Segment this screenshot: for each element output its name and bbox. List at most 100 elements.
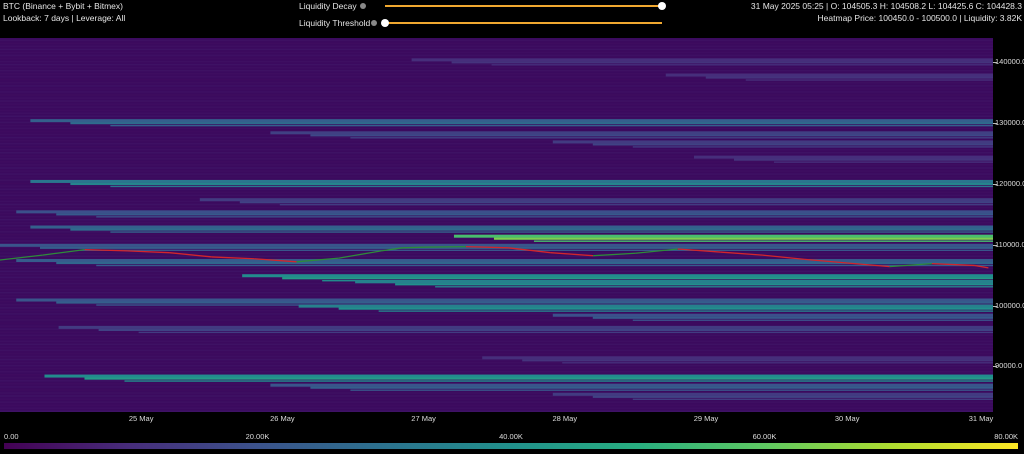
liquidity-band (350, 137, 993, 139)
x-tick-label: 25 May (128, 414, 154, 423)
liquidity-band (0, 243, 993, 247)
liquidity-band (482, 356, 993, 360)
heatmap-cell (0, 349, 993, 352)
liquidity-band (70, 122, 993, 125)
liquidity-band (30, 225, 993, 229)
heatmap-cell (0, 66, 993, 69)
heatmap-cell (0, 270, 993, 273)
heatmap-cell (0, 164, 993, 166)
liquidity-band (552, 140, 993, 144)
liquidity-band (270, 383, 993, 387)
liquidity-band (16, 259, 993, 263)
y-tick-label: 90000.0 (995, 361, 1023, 371)
heatmap-cell (0, 343, 993, 346)
liquidity-band (30, 119, 993, 123)
liquidity-band (270, 131, 993, 135)
x-tick-label: 27 May (411, 414, 436, 423)
heatmap-cell (0, 152, 993, 154)
slider-thumb[interactable] (658, 2, 666, 10)
liquidity-band (491, 64, 993, 66)
liquidity-band (411, 58, 993, 62)
x-tick-label: 29 May (693, 414, 719, 423)
heatmap-cell (0, 176, 993, 178)
heatmap-cell (0, 401, 993, 403)
liquidity-band (453, 234, 993, 238)
heatmap-cell (0, 252, 993, 254)
heatmap-cell (0, 367, 993, 370)
heatmap-cell (0, 94, 993, 96)
colorbar-label: 40.00K (499, 432, 523, 441)
colorbar-label: 80.00K (994, 432, 1018, 441)
price-segment (423, 245, 466, 248)
price-segment (402, 246, 424, 249)
liquidity-band (665, 73, 993, 77)
liquidity-band (592, 143, 993, 146)
liquidity-band (84, 377, 993, 380)
liquidity-band (110, 185, 993, 188)
liquidity-band (451, 61, 993, 64)
info-icon[interactable] (371, 20, 377, 26)
heatmap-plot (0, 39, 993, 412)
liquidity-band (562, 362, 993, 364)
x-tick-label: 26 May (270, 414, 295, 423)
heatmap-cell (0, 404, 993, 406)
liquidity-band (592, 395, 993, 398)
liquidity-threshold-slider[interactable] (381, 19, 662, 27)
liquidity-band (705, 76, 993, 79)
liquidity-band (395, 283, 993, 286)
heatmap-cell (0, 294, 993, 297)
liquidity-band (378, 310, 993, 312)
heatmap-cell (0, 100, 993, 102)
y-tick-label: 110000.0 (995, 239, 1024, 249)
liquidity-band (56, 301, 993, 304)
heatmap-cell (0, 346, 993, 349)
liquidity-band (138, 331, 993, 334)
liquidity-band (279, 203, 993, 206)
y-tick-label: 120000.0 (995, 178, 1024, 188)
heatmap-cell (0, 322, 993, 324)
liquidity-threshold-label: Liquidity Threshold (299, 18, 371, 28)
heatmap-cell (0, 48, 993, 51)
info-icon[interactable] (360, 3, 366, 9)
liquidity-decay-slider[interactable] (385, 2, 666, 10)
price-axis: 140000.0 130000.0 120000.0 110000.0 100000.0… (993, 38, 1024, 412)
liquidity-band (96, 264, 993, 267)
heatmap-cell (0, 288, 993, 291)
liquidity-band (96, 216, 993, 218)
heatmap-cell (0, 106, 993, 108)
heatmap-cell (0, 337, 993, 340)
heatmap-cell (0, 221, 993, 224)
liquidity-band (98, 328, 993, 332)
heatmap-cell (0, 188, 993, 191)
heatmap-cell (0, 352, 993, 355)
heatmap-cell (0, 69, 993, 72)
liquidity-band (493, 237, 993, 240)
heatmap-cell (0, 115, 993, 118)
heatmap-cell (0, 173, 993, 175)
heatmap-cell (0, 218, 993, 221)
liquidity-band (199, 198, 993, 202)
heatmap-cell (0, 410, 993, 412)
liquidity-band (44, 374, 993, 378)
heatmap-cell (0, 42, 993, 45)
liquidity-band (632, 398, 993, 400)
y-tick-label: 140000.0 (995, 57, 1024, 67)
liquidity-band (774, 161, 993, 163)
colorbar-label: 0.00 (4, 432, 19, 441)
liquidity-band (734, 158, 993, 161)
liquidity-heatmap[interactable] (0, 38, 993, 412)
liquidity-band (632, 146, 993, 148)
heatmap-cell (0, 206, 993, 209)
liquidity-band (30, 179, 993, 183)
liquidity-band (16, 298, 993, 302)
heatmap-cell (0, 267, 993, 270)
colorbar-label: 20.00K (245, 432, 270, 441)
slider-thumb[interactable] (381, 19, 389, 27)
liquidity-band (16, 210, 993, 214)
heatmap-cell (0, 127, 993, 130)
heatmap-cell (0, 103, 993, 105)
heatmap-cell (0, 334, 993, 336)
liquidity-band (552, 313, 993, 317)
heatmap-cell (0, 407, 993, 409)
liquidity-band (350, 389, 993, 391)
